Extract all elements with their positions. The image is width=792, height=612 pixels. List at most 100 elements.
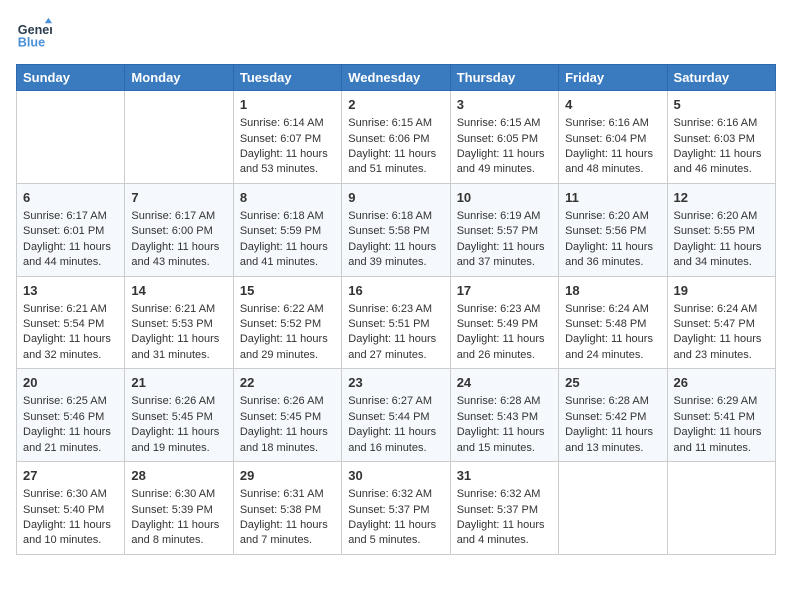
calendar-cell: 21Sunrise: 6:26 AMSunset: 5:45 PMDayligh…	[125, 369, 233, 462]
day-info: Sunset: 5:38 PM	[240, 503, 335, 518]
day-info: Daylight: 11 hours and 8 minutes.	[131, 518, 226, 549]
day-info: Daylight: 11 hours and 49 minutes.	[457, 147, 552, 178]
calendar-cell: 13Sunrise: 6:21 AMSunset: 5:54 PMDayligh…	[17, 276, 125, 369]
day-info: Sunset: 5:54 PM	[23, 317, 118, 332]
week-row-2: 6Sunrise: 6:17 AMSunset: 6:01 PMDaylight…	[17, 183, 776, 276]
calendar-table: SundayMondayTuesdayWednesdayThursdayFrid…	[16, 64, 776, 555]
week-row-5: 27Sunrise: 6:30 AMSunset: 5:40 PMDayligh…	[17, 462, 776, 555]
day-info: Sunrise: 6:22 AM	[240, 302, 335, 317]
weekday-header-wednesday: Wednesday	[342, 65, 450, 91]
day-number: 29	[240, 467, 335, 485]
day-info: Sunrise: 6:26 AM	[131, 394, 226, 409]
calendar-cell: 1Sunrise: 6:14 AMSunset: 6:07 PMDaylight…	[233, 91, 341, 184]
day-info: Daylight: 11 hours and 46 minutes.	[674, 147, 769, 178]
weekday-header-friday: Friday	[559, 65, 667, 91]
calendar-cell: 22Sunrise: 6:26 AMSunset: 5:45 PMDayligh…	[233, 369, 341, 462]
day-number: 15	[240, 282, 335, 300]
day-info: Daylight: 11 hours and 48 minutes.	[565, 147, 660, 178]
day-info: Sunrise: 6:28 AM	[457, 394, 552, 409]
day-number: 1	[240, 96, 335, 114]
day-info: Daylight: 11 hours and 29 minutes.	[240, 332, 335, 363]
day-info: Sunset: 5:44 PM	[348, 410, 443, 425]
day-info: Sunrise: 6:15 AM	[457, 116, 552, 131]
day-number: 23	[348, 374, 443, 392]
day-info: Sunrise: 6:17 AM	[131, 209, 226, 224]
day-info: Daylight: 11 hours and 34 minutes.	[674, 240, 769, 271]
day-number: 3	[457, 96, 552, 114]
weekday-header-tuesday: Tuesday	[233, 65, 341, 91]
day-info: Daylight: 11 hours and 39 minutes.	[348, 240, 443, 271]
day-info: Sunset: 5:53 PM	[131, 317, 226, 332]
day-number: 6	[23, 189, 118, 207]
day-info: Sunset: 5:39 PM	[131, 503, 226, 518]
calendar-cell: 29Sunrise: 6:31 AMSunset: 5:38 PMDayligh…	[233, 462, 341, 555]
calendar-cell: 5 Sunrise: 6:16 AMSunset: 6:03 PMDaylight…	[667, 91, 775, 184]
day-info: Sunrise: 6:19 AM	[457, 209, 552, 224]
day-info: Sunrise: 6:16 AM	[565, 116, 660, 131]
calendar-cell: 10Sunrise: 6:19 AMSunset: 5:57 PMDayligh…	[450, 183, 558, 276]
day-info: Sunset: 5:45 PM	[240, 410, 335, 425]
day-info: Sunset: 5:37 PM	[457, 503, 552, 518]
calendar-cell: 26 Sunrise: 6:29 AMSunset: 5:41 PMDayligh…	[667, 369, 775, 462]
day-info: Sunrise: 6:31 AM	[240, 487, 335, 502]
day-info: Daylight: 11 hours and 13 minutes.	[565, 425, 660, 456]
day-info: Sunset: 5:43 PM	[457, 410, 552, 425]
day-info: Daylight: 11 hours and 31 minutes.	[131, 332, 226, 363]
day-info: Sunset: 5:46 PM	[23, 410, 118, 425]
day-info: Sunrise: 6:30 AM	[23, 487, 118, 502]
page-header: General Blue	[16, 16, 776, 52]
day-number: 30	[348, 467, 443, 485]
day-number: 8	[240, 189, 335, 207]
day-number: 26	[674, 374, 769, 392]
logo: General Blue	[16, 16, 56, 52]
day-info: Sunrise: 6:28 AM	[565, 394, 660, 409]
calendar-cell: 16Sunrise: 6:23 AMSunset: 5:51 PMDayligh…	[342, 276, 450, 369]
day-number: 20	[23, 374, 118, 392]
day-info: Daylight: 11 hours and 36 minutes.	[565, 240, 660, 271]
day-info: Sunrise: 6:20 AM	[565, 209, 660, 224]
day-info: Sunset: 5:47 PM	[674, 317, 769, 332]
calendar-cell: 20Sunrise: 6:25 AMSunset: 5:46 PMDayligh…	[17, 369, 125, 462]
day-info: Sunrise: 6:18 AM	[348, 209, 443, 224]
day-number: 7	[131, 189, 226, 207]
calendar-cell: 14Sunrise: 6:21 AMSunset: 5:53 PMDayligh…	[125, 276, 233, 369]
day-info: Sunset: 6:00 PM	[131, 224, 226, 239]
day-number: 19	[674, 282, 769, 300]
calendar-cell	[559, 462, 667, 555]
day-info: Daylight: 11 hours and 51 minutes.	[348, 147, 443, 178]
calendar-cell	[17, 91, 125, 184]
day-info: Sunrise: 6:32 AM	[348, 487, 443, 502]
day-info: Daylight: 11 hours and 5 minutes.	[348, 518, 443, 549]
weekday-header-thursday: Thursday	[450, 65, 558, 91]
weekday-header-row: SundayMondayTuesdayWednesdayThursdayFrid…	[17, 65, 776, 91]
day-info: Sunrise: 6:24 AM	[565, 302, 660, 317]
day-info: Sunset: 5:51 PM	[348, 317, 443, 332]
svg-text:Blue: Blue	[18, 36, 45, 50]
day-number: 13	[23, 282, 118, 300]
calendar-cell: 28Sunrise: 6:30 AMSunset: 5:39 PMDayligh…	[125, 462, 233, 555]
day-number: 5	[674, 96, 769, 114]
day-info: Sunset: 5:56 PM	[565, 224, 660, 239]
day-number: 4	[565, 96, 660, 114]
day-info: Sunrise: 6:16 AM	[674, 116, 769, 131]
day-info: Sunrise: 6:26 AM	[240, 394, 335, 409]
day-info: Sunset: 5:58 PM	[348, 224, 443, 239]
logo-icon: General Blue	[16, 16, 52, 52]
day-info: Sunrise: 6:21 AM	[23, 302, 118, 317]
calendar-cell: 8Sunrise: 6:18 AMSunset: 5:59 PMDaylight…	[233, 183, 341, 276]
day-number: 16	[348, 282, 443, 300]
day-number: 25	[565, 374, 660, 392]
day-info: Daylight: 11 hours and 43 minutes.	[131, 240, 226, 271]
calendar-cell: 23Sunrise: 6:27 AMSunset: 5:44 PMDayligh…	[342, 369, 450, 462]
calendar-cell: 4Sunrise: 6:16 AMSunset: 6:04 PMDaylight…	[559, 91, 667, 184]
day-info: Sunset: 5:41 PM	[674, 410, 769, 425]
day-info: Daylight: 11 hours and 53 minutes.	[240, 147, 335, 178]
day-number: 12	[674, 189, 769, 207]
day-info: Sunset: 6:03 PM	[674, 132, 769, 147]
day-number: 31	[457, 467, 552, 485]
day-info: Sunrise: 6:29 AM	[674, 394, 769, 409]
day-info: Daylight: 11 hours and 11 minutes.	[674, 425, 769, 456]
day-info: Daylight: 11 hours and 4 minutes.	[457, 518, 552, 549]
calendar-cell: 9Sunrise: 6:18 AMSunset: 5:58 PMDaylight…	[342, 183, 450, 276]
day-info: Sunrise: 6:25 AM	[23, 394, 118, 409]
